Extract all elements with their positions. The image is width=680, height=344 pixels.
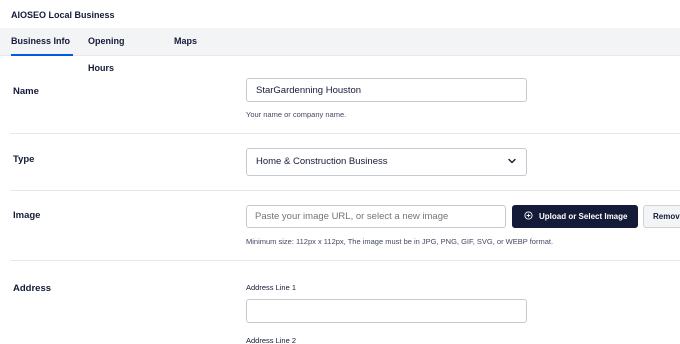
- divider: [10, 260, 680, 261]
- upload-select-image-button[interactable]: Upload or Select Image: [512, 205, 638, 228]
- name-input[interactable]: [246, 78, 527, 102]
- tab-opening-hours[interactable]: Opening Hours: [88, 28, 150, 73]
- address-line2-label: Address Line 2: [246, 336, 297, 344]
- remove-image-button[interactable]: Remove: [643, 205, 680, 228]
- upload-button-label: Upload or Select Image: [539, 212, 628, 221]
- upload-icon: [524, 211, 533, 220]
- type-select[interactable]: Home & Construction Business: [246, 148, 527, 176]
- tab-business-info[interactable]: Business Info: [11, 28, 73, 56]
- name-help-text: Your name or company name.: [246, 110, 347, 119]
- panel-header: AIOSEO Local Business: [0, 0, 680, 28]
- tab-bar: Business Info Opening Hours Maps: [0, 28, 680, 73]
- image-label: Image: [13, 210, 41, 221]
- divider: [10, 133, 680, 134]
- panel-title: AIOSEO Local Business: [11, 10, 115, 20]
- name-label: Name: [13, 86, 39, 97]
- image-url-input[interactable]: [246, 205, 506, 228]
- address-label: Address: [13, 283, 52, 294]
- type-label: Type: [13, 154, 35, 165]
- address-line1-input[interactable]: [246, 299, 527, 323]
- divider: [10, 190, 680, 191]
- tab-maps[interactable]: Maps: [174, 28, 204, 56]
- chevron-down-icon: [508, 158, 516, 164]
- image-help-text: Minimum size: 112px x 112px, The image m…: [246, 237, 554, 246]
- type-selected-value: Home & Construction Business: [256, 156, 388, 167]
- address-line1-label: Address Line 1: [246, 283, 297, 292]
